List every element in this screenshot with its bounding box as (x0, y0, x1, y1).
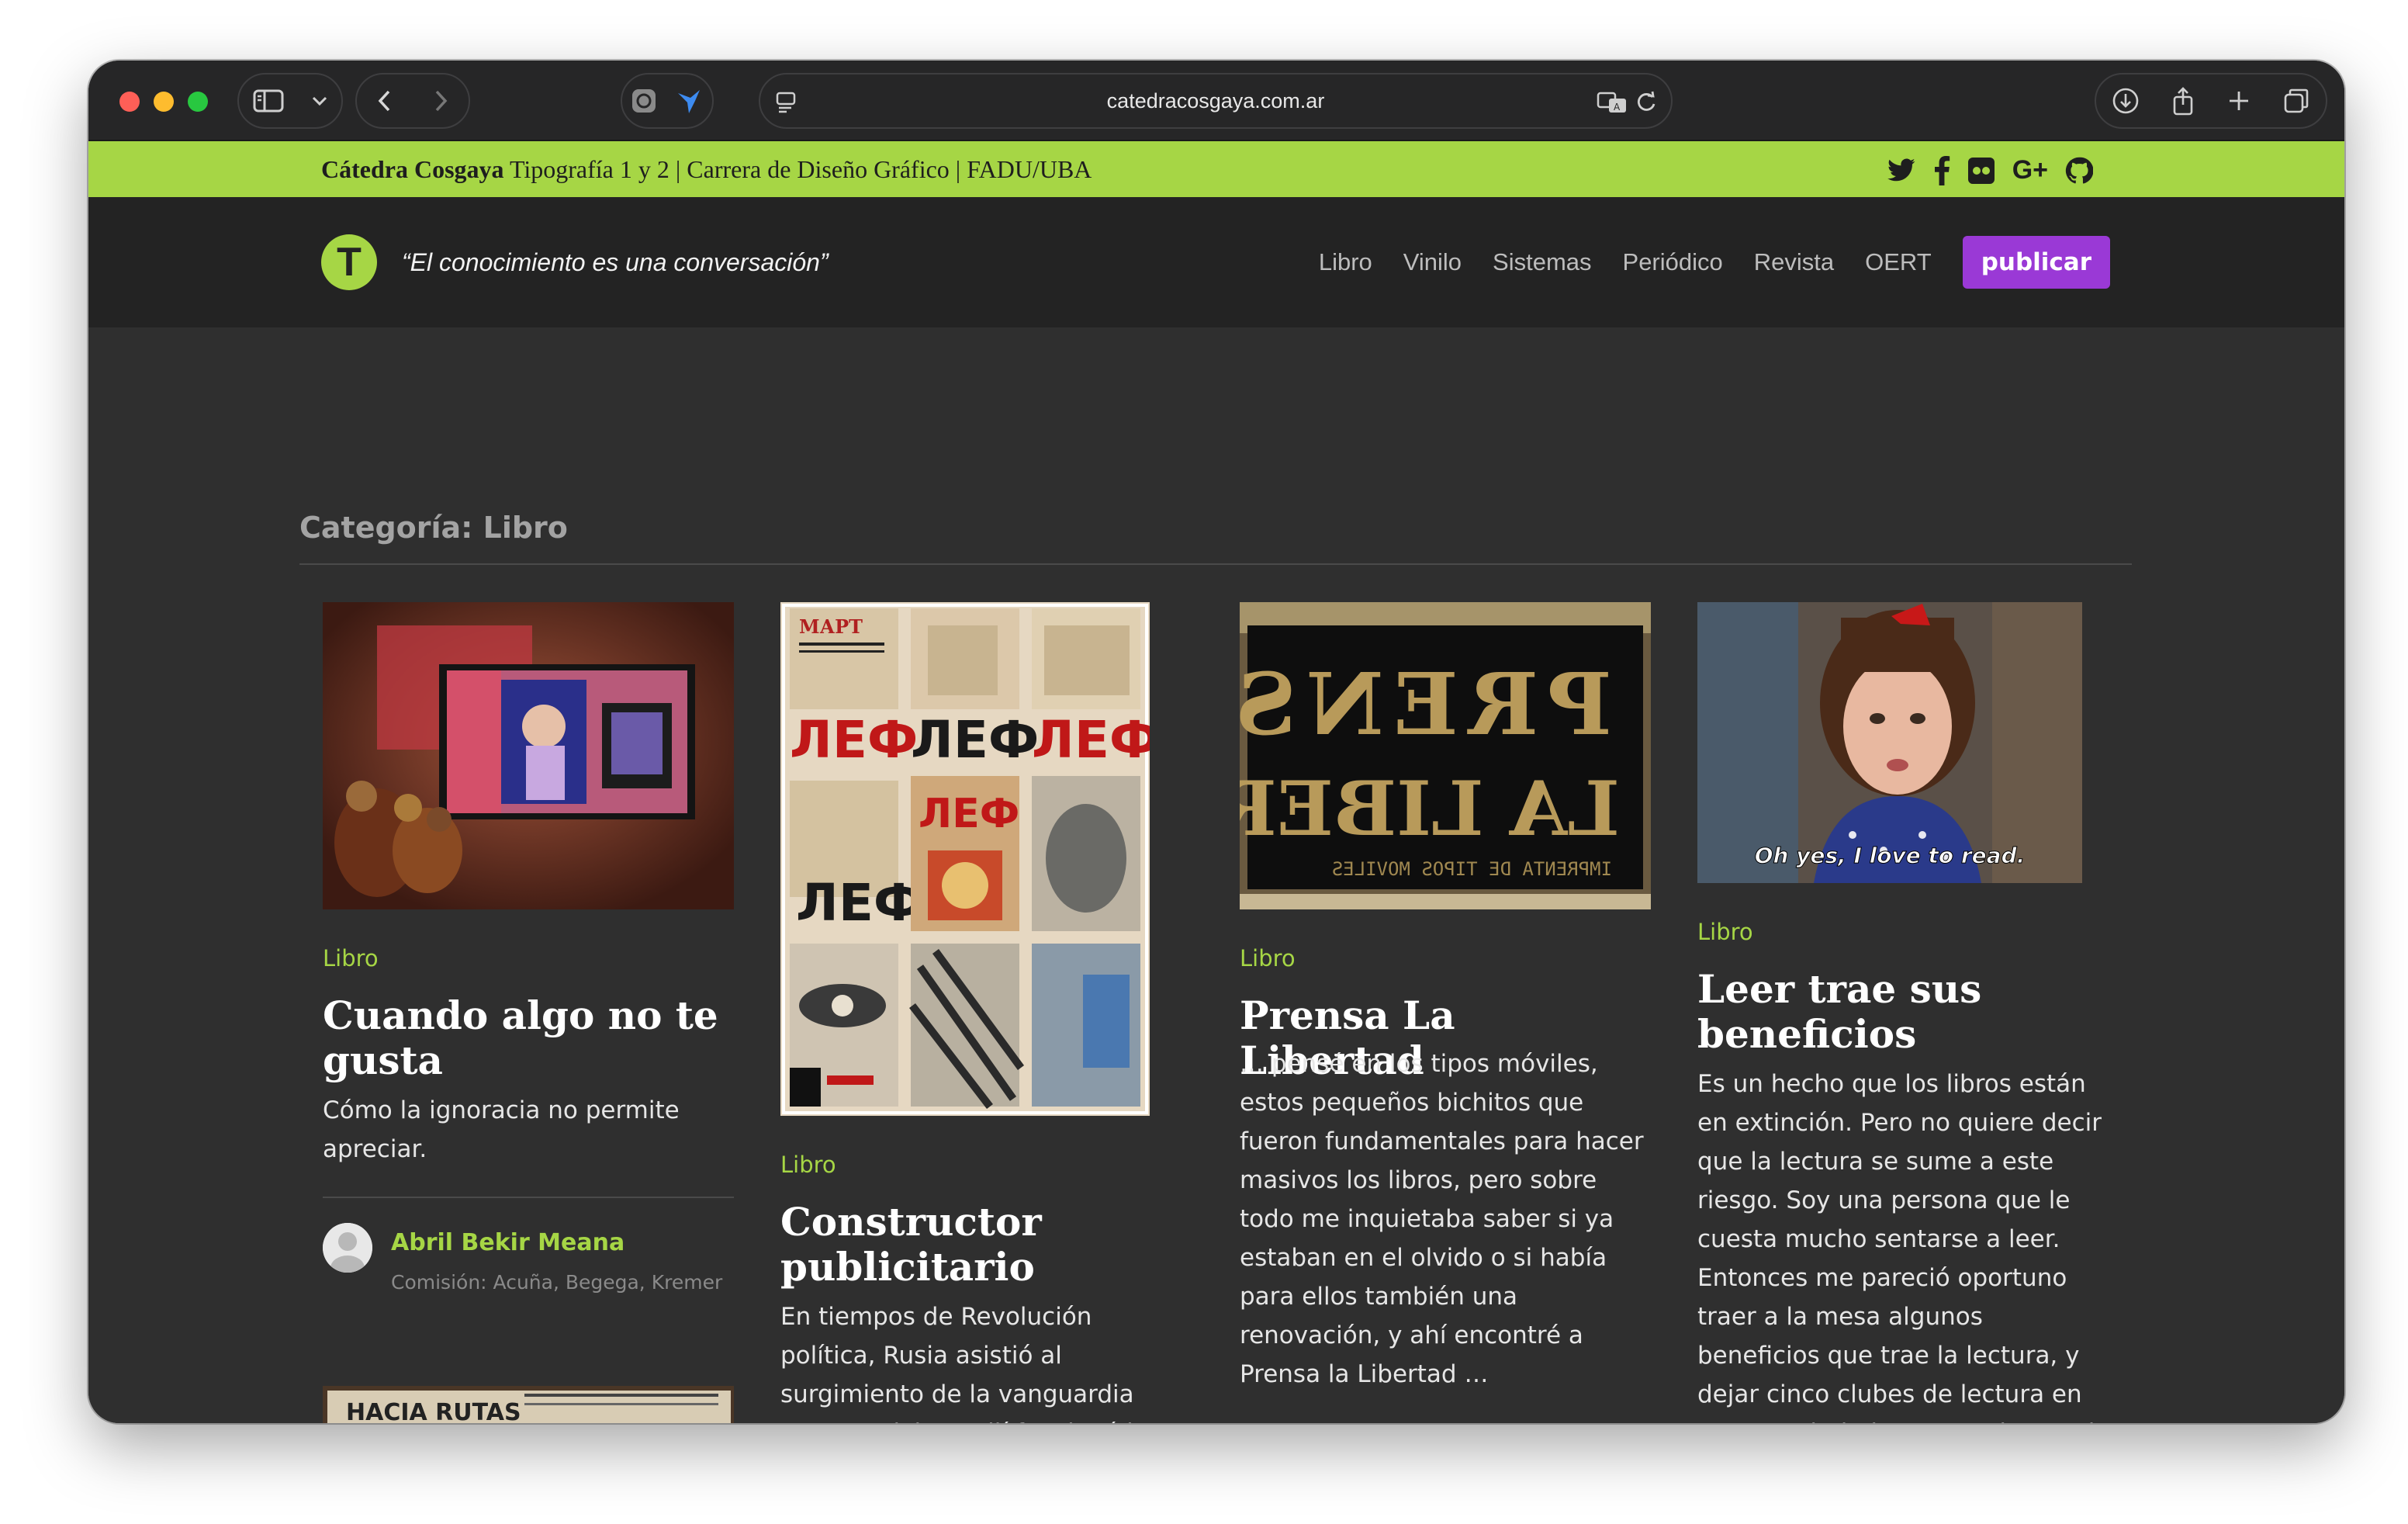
prensa-sign-line2: LA LIBERTAD (1240, 765, 1620, 853)
chevron-down-icon[interactable] (311, 95, 328, 106)
sidebar-toggle-group (237, 73, 343, 129)
post-thumbnail-matilda[interactable]: Oh yes, I love to read. (1697, 602, 2082, 883)
history-nav-group (355, 73, 470, 129)
site-header: T “El conocimiento es una conversación” … (88, 197, 2344, 327)
flickr-icon[interactable] (1967, 157, 1995, 185)
browser-toolbar: catedracosgaya.com.ar A (88, 61, 2344, 141)
post-card: Libro Cuando algo no te gusta Cómo la ig… (323, 602, 734, 1423)
prensa-sign-line3: IMPRENTA DE TIPOS MOVILES (1332, 858, 1612, 880)
main-nav: Libro Vinilo Sistemas Periódico Revista … (1319, 234, 2110, 290)
minimize-window-button[interactable] (154, 92, 174, 112)
site-brand: Cátedra Cosgaya (321, 155, 504, 183)
extension-bird-icon[interactable] (673, 85, 704, 116)
archive-content: Categoría: Libro Libro Cuando algo no te… (88, 327, 2344, 1423)
post-card: МАРТ ЛЕФ ЛЕФ ЛЕФ ЛЕФ ЛЕФ Libro Construct… (780, 602, 1192, 1423)
post-excerpt: Cómo la ignoracia no permite apreciar. (323, 1096, 680, 1163)
window-tools-group (2095, 73, 2327, 129)
browser-window: catedracosgaya.com.ar A Cátedra Cosgaya … (88, 61, 2344, 1423)
post-excerpt: … pensé en los tipos móviles, estos pequ… (1240, 1050, 1644, 1388)
nav-item-sistemas[interactable]: Sistemas (1493, 248, 1591, 276)
nav-item-vinilo[interactable]: Vinilo (1403, 248, 1462, 276)
svg-text:A: A (1614, 102, 1621, 113)
post-title[interactable]: Constructor publicitario (780, 1200, 1192, 1290)
title-divider (299, 563, 2132, 565)
post-title[interactable]: Leer trae sus beneficios (1697, 967, 2109, 1057)
extension-grammar-icon[interactable] (630, 87, 658, 115)
share-icon[interactable] (2171, 86, 2195, 116)
lef-logo: ЛЕФ (796, 873, 924, 933)
post-category[interactable]: Libro (780, 1152, 836, 1178)
lef-logo: ЛЕФ (911, 710, 1039, 770)
page-title: Categoría: Libro (299, 511, 568, 545)
avatar[interactable] (323, 1223, 372, 1273)
back-arrow-icon[interactable] (376, 88, 393, 113)
url-text: catedracosgaya.com.ar (1106, 89, 1325, 113)
post-thumbnail-prensa[interactable]: PRENSA LA LIBERTAD IMPRENTA DE TIPOS MOV… (1240, 602, 1651, 909)
lef-logo: ЛЕФ (790, 710, 918, 770)
post-card: PRENSA LA LIBERTAD IMPRENTA DE TIPOS MOV… (1240, 602, 1651, 1423)
site-title[interactable]: Cátedra Cosgaya Tipografía 1 y 2 | Carre… (321, 141, 1092, 197)
site-topbar: Cátedra Cosgaya Tipografía 1 y 2 | Carre… (88, 141, 2344, 197)
close-window-button[interactable] (119, 92, 140, 112)
nav-item-libro[interactable]: Libro (1319, 248, 1372, 276)
post-thumbnail-lef-covers[interactable]: МАРТ ЛЕФ ЛЕФ ЛЕФ ЛЕФ ЛЕФ (780, 602, 1150, 1116)
post-card: Oh yes, I love to read. Libro Leer trae … (1697, 602, 2109, 1423)
post-excerpt: Es un hecho que los libros están en exti… (1697, 1070, 2102, 1423)
address-bar[interactable]: catedracosgaya.com.ar A (759, 73, 1673, 129)
post-excerpt: En tiempos de Revolución política, Rusia… (780, 1303, 1148, 1423)
partial-card-text: HACIA RUTAS (346, 1399, 521, 1423)
download-icon[interactable] (2112, 87, 2140, 115)
post-divider (323, 1197, 734, 1198)
post-thumbnail-partial[interactable]: HACIA RUTAS (323, 1386, 734, 1423)
author-commission: Comisión: Acuña, Begega, Kremer (391, 1271, 723, 1294)
google-plus-icon[interactable]: G+ (2012, 155, 2048, 185)
site-tagline: “El conocimiento es una conversación” (402, 248, 829, 276)
translate-icon[interactable]: A (1597, 90, 1628, 118)
nav-item-revista[interactable]: Revista (1754, 248, 1834, 276)
nav-item-oert[interactable]: OERT (1865, 248, 1932, 276)
matilda-caption: Oh yes, I love to read. (1755, 843, 2026, 868)
new-tab-icon[interactable] (2226, 88, 2251, 113)
reload-icon[interactable] (1634, 90, 1659, 118)
lef-logo: ЛЕФ (1032, 710, 1150, 770)
tab-overview-icon[interactable] (2282, 87, 2310, 115)
post-title[interactable]: Cuando algo no te gusta (323, 993, 734, 1083)
sidebar-icon[interactable] (253, 88, 284, 113)
lef-logo: ЛЕФ (919, 791, 1019, 837)
nav-item-periodico[interactable]: Periódico (1623, 248, 1723, 276)
extensions-group (621, 73, 714, 129)
prensa-sign-line1: PRENSA (1240, 654, 1612, 754)
forward-arrow-icon[interactable] (432, 88, 449, 113)
site-subtitle: Tipografía 1 y 2 | Carrera de Diseño Grá… (503, 155, 1092, 183)
site-logo[interactable]: T (321, 234, 377, 290)
post-category[interactable]: Libro (1240, 945, 1296, 972)
svg-text:МАРТ: МАРТ (799, 615, 863, 638)
zoom-window-button[interactable] (188, 92, 208, 112)
github-icon[interactable] (2065, 157, 2093, 185)
twitter-icon[interactable] (1887, 158, 1916, 184)
post-category[interactable]: Libro (1697, 919, 1753, 945)
post-thumbnail-exhibit[interactable] (323, 602, 734, 909)
publish-button[interactable]: publicar (1962, 236, 2110, 289)
social-links: G+ (1887, 155, 2093, 185)
post-category[interactable]: Libro (323, 945, 379, 972)
author-name[interactable]: Abril Bekir Meana (391, 1229, 624, 1256)
facebook-icon[interactable] (1933, 155, 1950, 185)
